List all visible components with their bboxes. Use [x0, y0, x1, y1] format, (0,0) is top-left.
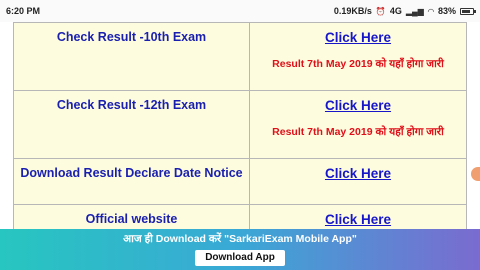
wifi-icon: ◠: [427, 6, 434, 16]
network-speed: 0.19KB/s: [333, 6, 372, 16]
row-label: Check Result -12th Exam: [56, 98, 207, 112]
status-bar: 6:20 PM 0.19KB/s ⏰ 4G ▂▄▆ ◠ 83%: [0, 0, 480, 22]
click-here-link[interactable]: Click Here: [325, 212, 391, 228]
table-cell-label: Check Result -12th Exam: [13, 90, 250, 159]
table-cell-link: Click Here: [249, 158, 467, 205]
table-cell-link: Click Here Result 7th May 2019 को यहाँ ह…: [249, 90, 467, 159]
result-links-table: Check Result -10th Exam Click Here Resul…: [13, 22, 467, 252]
row-label: Check Result -10th Exam: [56, 30, 207, 44]
click-here-link[interactable]: Click Here: [325, 30, 391, 46]
signal-icon: ▂▄▆: [405, 6, 424, 16]
row-label: Official website: [85, 212, 178, 226]
table-row: Download Result Declare Date Notice Clic…: [13, 158, 467, 205]
table-cell-label: Download Result Declare Date Notice: [13, 158, 250, 205]
click-here-link[interactable]: Click Here: [325, 98, 391, 114]
status-indicators: 0.19KB/s ⏰ 4G ▂▄▆ ◠ 83%: [333, 6, 476, 16]
download-app-button[interactable]: Download App: [195, 250, 285, 266]
battery-icon: [460, 7, 476, 15]
row-label: Download Result Declare Date Notice: [20, 166, 243, 180]
side-drawer-handle[interactable]: [471, 167, 480, 181]
battery-fill: [462, 9, 470, 13]
app-download-banner: आज ही Download करें "SarkariExam Mobile …: [0, 229, 480, 270]
row-note: Result 7th May 2019 को यहाँ होगा जारी: [272, 126, 444, 138]
table-cell-link: Click Here Result 7th May 2019 को यहाँ ह…: [249, 22, 467, 91]
table-row: Check Result -12th Exam Click Here Resul…: [13, 90, 467, 159]
battery-percent: 83%: [437, 6, 456, 16]
table-row: Check Result -10th Exam Click Here Resul…: [13, 22, 467, 91]
banner-text: आज ही Download करें "SarkariExam Mobile …: [123, 233, 357, 245]
row-note: Result 7th May 2019 को यहाँ होगा जारी: [272, 58, 444, 70]
network-type: 4G: [389, 6, 402, 16]
table-cell-label: Check Result -10th Exam: [13, 22, 250, 91]
alarm-icon: ⏰: [375, 6, 386, 16]
status-time: 6:20 PM: [6, 6, 41, 16]
click-here-link[interactable]: Click Here: [325, 166, 391, 182]
